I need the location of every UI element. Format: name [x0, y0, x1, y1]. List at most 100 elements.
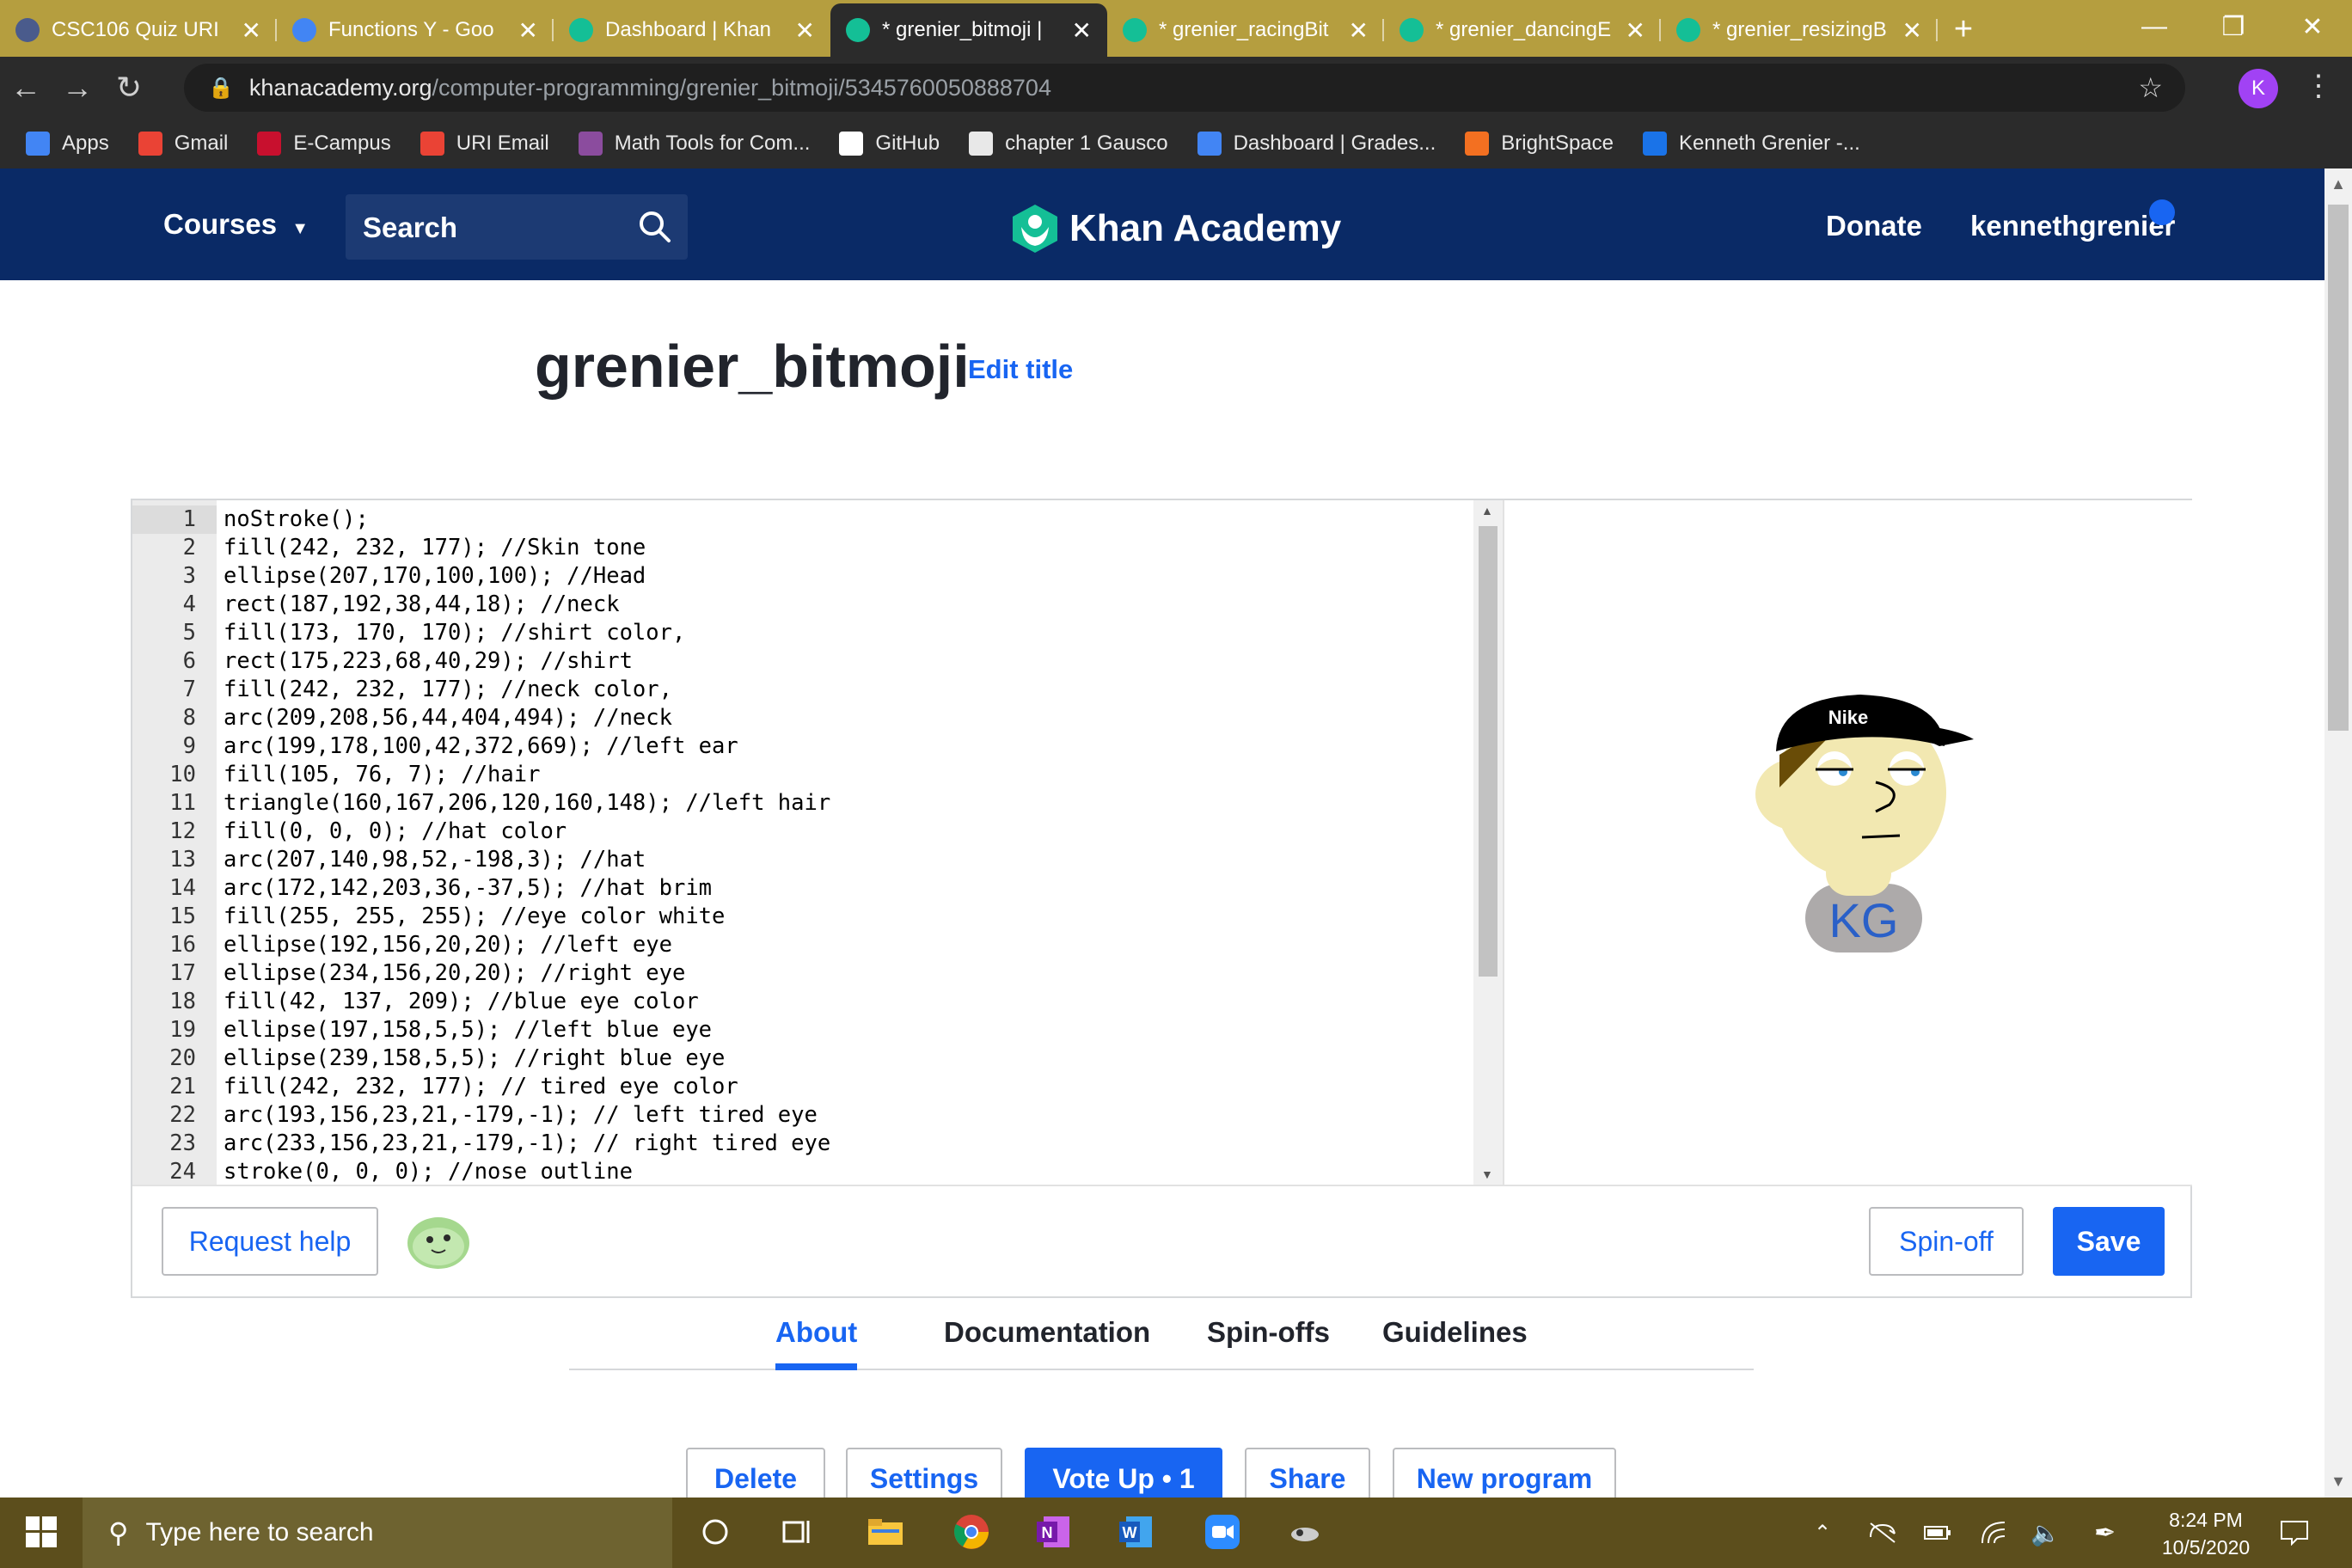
browser-tab[interactable]: * grenier_dancingE ✕: [1384, 3, 1661, 57]
cortana-icon[interactable]: [696, 1513, 734, 1551]
bookmark-label: chapter 1 Gausco: [1005, 132, 1168, 155]
save-button[interactable]: Save: [2053, 1207, 2165, 1276]
snipping-tool-icon[interactable]: [1286, 1513, 1324, 1551]
code-text: arc(172,142,203,36,-37,5); //hat brim: [224, 875, 713, 901]
page-scroll-up-icon[interactable]: ▲: [2324, 175, 2352, 193]
code-line: 19 ellipse(197,158,5,5); //left blue eye: [132, 1016, 1503, 1044]
bookmark-item[interactable]: BrightSpace: [1465, 132, 1614, 156]
program-tabs: About Documentation Spin-offs Guidelines: [569, 1302, 1754, 1370]
zoom-icon[interactable]: [1204, 1513, 1241, 1551]
hint-blob-icon[interactable]: [406, 1212, 471, 1271]
vote-up-button[interactable]: Vote Up • 1: [1025, 1448, 1222, 1498]
battery-icon[interactable]: [1924, 1498, 1951, 1568]
spinoff-button[interactable]: Spin-off: [1869, 1207, 2024, 1276]
bookmark-item[interactable]: chapter 1 Gausco: [969, 132, 1168, 156]
url-bar[interactable]: 🔒 khanacademy.org/computer-programming/g…: [184, 64, 2185, 112]
bookmark-item[interactable]: E-Campus: [257, 132, 391, 156]
restore-button[interactable]: ❐: [2194, 0, 2273, 53]
sync-icon[interactable]: [1867, 1498, 1898, 1568]
browser-tab[interactable]: Dashboard | Khan ✕: [554, 3, 830, 57]
close-tab-icon[interactable]: ✕: [1902, 16, 1922, 45]
browser-tab[interactable]: * grenier_resizingB ✕: [1661, 3, 1938, 57]
tab-guidelines[interactable]: Guidelines: [1382, 1302, 1528, 1370]
code-editor[interactable]: 1 noStroke(); 2 fill(242, 232, 177); //Skin…: [132, 500, 1503, 1185]
new-program-button[interactable]: New program: [1393, 1448, 1616, 1498]
browser-tab-title: * grenier_resizingB: [1712, 18, 1887, 41]
user-menu[interactable]: kennethgrenier: [1970, 210, 2175, 242]
code-text: rect(175,223,68,40,29); //shirt: [224, 648, 633, 674]
file-explorer-icon[interactable]: [867, 1513, 904, 1551]
bookmark-item[interactable]: Gmail: [138, 132, 228, 156]
close-window-button[interactable]: ✕: [2273, 0, 2352, 53]
browser-tab[interactable]: * grenier_bitmoji | ✕: [830, 3, 1107, 57]
browser-tab[interactable]: * grenier_racingBit ✕: [1107, 3, 1384, 57]
donate-link[interactable]: Donate: [1826, 210, 1922, 242]
khan-logo[interactable]: Khan Academy: [1011, 203, 1341, 254]
page-scroll-thumb[interactable]: [2328, 205, 2349, 731]
request-help-button[interactable]: Request help: [162, 1207, 378, 1276]
wifi-icon[interactable]: [1981, 1498, 2006, 1568]
browser-tab[interactable]: CSC106 Quiz URI ✕: [0, 3, 277, 57]
page-scrollbar[interactable]: ▲ ▼: [2324, 168, 2352, 1498]
settings-button[interactable]: Settings: [846, 1448, 1002, 1498]
code-scroll-thumb[interactable]: [1479, 526, 1498, 977]
khan-icon: [846, 18, 870, 42]
bookmark-star-icon[interactable]: ☆: [2138, 71, 2163, 104]
back-button[interactable]: ←: [0, 70, 52, 106]
bookmark-item[interactable]: Math Tools for Com...: [578, 132, 810, 156]
close-tab-icon[interactable]: ✕: [1072, 16, 1092, 45]
bookmark-item[interactable]: URI Email: [420, 132, 549, 156]
task-view-icon[interactable]: [779, 1513, 817, 1551]
tab-documentation[interactable]: Documentation: [944, 1302, 1150, 1370]
system-clock[interactable]: 8:24 PM 10/5/2020: [2154, 1506, 2257, 1561]
chrome-icon[interactable]: [952, 1513, 990, 1551]
onenote-icon[interactable]: N: [1035, 1513, 1073, 1551]
tab-about[interactable]: About: [775, 1302, 858, 1370]
code-scrollbar[interactable]: ▲ ▼: [1473, 500, 1503, 1185]
word-icon[interactable]: W: [1118, 1513, 1155, 1551]
clock-date: 10/5/2020: [2161, 1536, 2251, 1559]
share-button[interactable]: Share: [1245, 1448, 1370, 1498]
url-host: khanacademy.org: [248, 74, 432, 101]
code-line: 3 ellipse(207,170,100,100); //Head: [132, 562, 1503, 591]
forward-button[interactable]: →: [52, 70, 103, 106]
windows-start-icon[interactable]: [22, 1513, 60, 1551]
output-canvas[interactable]: KG Nike: [1504, 500, 2192, 1185]
minimize-button[interactable]: —: [2115, 0, 2194, 53]
close-tab-icon[interactable]: ✕: [1349, 16, 1369, 45]
code-line: 22 arc(193,156,23,21,-179,-1); // left ti…: [132, 1101, 1503, 1130]
svg-text:N: N: [1042, 1524, 1053, 1541]
close-tab-icon[interactable]: ✕: [518, 16, 538, 45]
close-tab-icon[interactable]: ✕: [1626, 16, 1645, 45]
tray-overflow-icon[interactable]: ⌃: [1814, 1498, 1831, 1568]
edit-title-link[interactable]: Edit title: [968, 354, 1073, 385]
code-text: arc(199,178,100,42,372,669); //left ear: [224, 733, 738, 759]
bookmark-item[interactable]: GitHub: [839, 132, 940, 156]
code-text: fill(242, 232, 177); // tired eye color: [224, 1074, 738, 1099]
taskbar-search-input[interactable]: ⚲ Type here to search: [83, 1498, 672, 1568]
scroll-down-icon[interactable]: ▼: [1481, 1167, 1493, 1181]
scroll-up-icon[interactable]: ▲: [1481, 504, 1493, 518]
delete-button[interactable]: Delete: [686, 1448, 825, 1498]
volume-icon[interactable]: 🔈: [2030, 1498, 2061, 1568]
browser-menu-icon[interactable]: ⋮: [2304, 69, 2333, 103]
page-scroll-down-icon[interactable]: ▼: [2324, 1473, 2352, 1491]
tab-spin-offs[interactable]: Spin-offs: [1207, 1302, 1330, 1370]
search-icon: ⚲: [108, 1517, 129, 1548]
code-text: ellipse(239,158,5,5); //right blue eye: [224, 1045, 726, 1071]
bookmark-item[interactable]: Apps: [26, 132, 109, 156]
bookmark-item[interactable]: Dashboard | Grades...: [1197, 132, 1436, 156]
browser-tab[interactable]: Functions Y - Goo ✕: [277, 3, 554, 57]
profile-avatar[interactable]: K: [2239, 69, 2278, 108]
bookmark-item[interactable]: Kenneth Grenier -...: [1643, 132, 1860, 156]
pen-icon[interactable]: ✒: [2094, 1498, 2116, 1568]
new-tab-button[interactable]: +: [1938, 3, 1989, 57]
ecampus-icon: [257, 132, 282, 156]
courses-menu[interactable]: Courses ▼: [163, 208, 309, 241]
search-input[interactable]: Search: [346, 194, 688, 260]
line-number: 5: [182, 620, 196, 646]
notifications-icon[interactable]: [2280, 1498, 2309, 1568]
reload-button[interactable]: ↻: [103, 70, 155, 106]
close-tab-icon[interactable]: ✕: [795, 16, 815, 45]
close-tab-icon[interactable]: ✕: [242, 16, 261, 45]
